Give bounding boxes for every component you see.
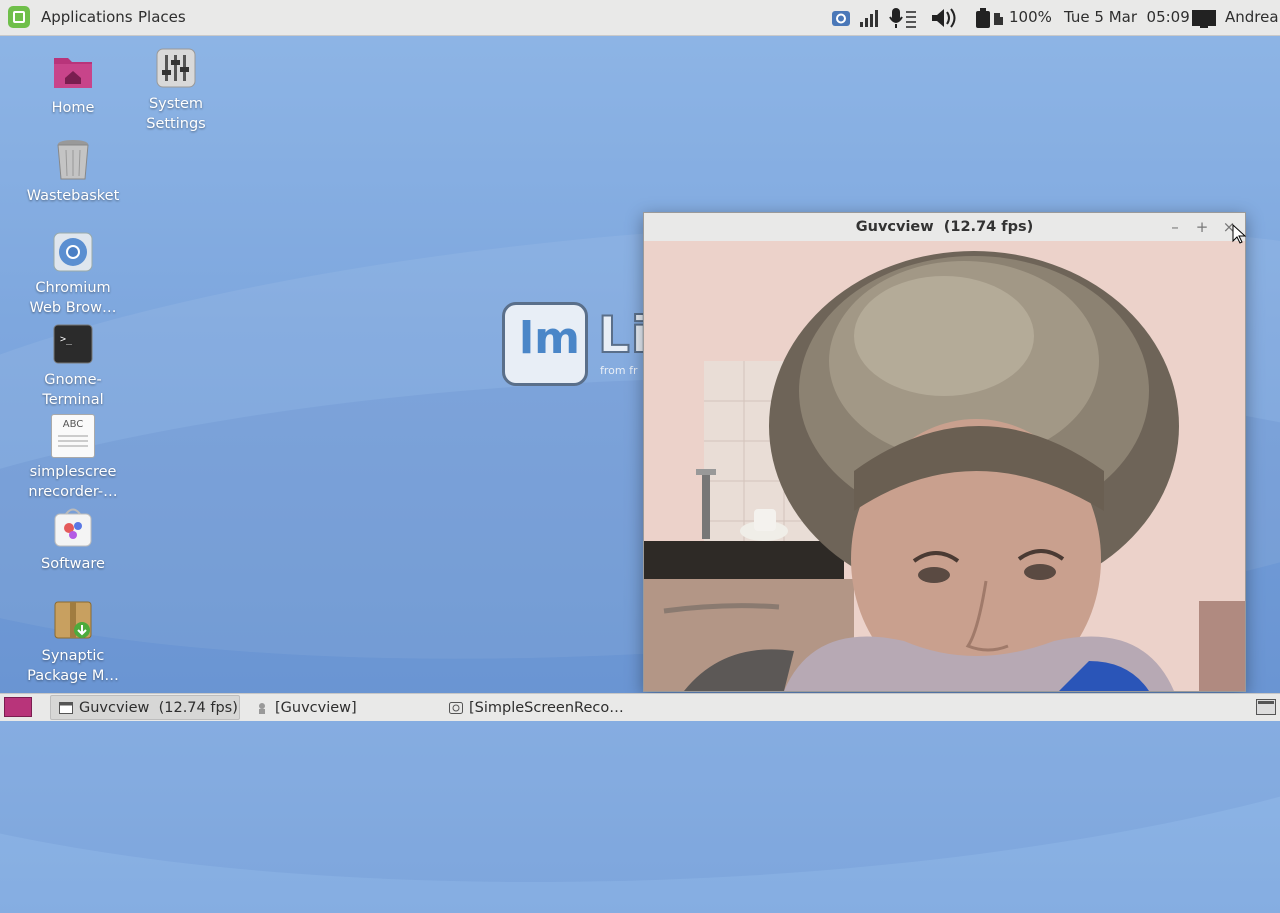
desktop-icon-software[interactable]: Software bbox=[18, 506, 128, 574]
task-guvcview-controls[interactable]: [Guvcview] bbox=[246, 695, 436, 720]
task-label: [SimpleScreenReco… bbox=[469, 700, 624, 716]
trash-icon bbox=[57, 140, 89, 180]
desktop-icon-label: Synaptic Package M… bbox=[27, 648, 119, 684]
task-guvcview-video[interactable]: Guvcview (12.74 fps) bbox=[50, 695, 240, 720]
mint-logo-watermark bbox=[502, 302, 588, 386]
user-monitor-icon bbox=[1192, 10, 1216, 28]
battery-icon[interactable] bbox=[974, 7, 1006, 29]
document-icon-text: ABC bbox=[62, 419, 84, 430]
task-label: Guvcview (12.74 fps) bbox=[79, 700, 238, 716]
text-document-icon: ABC bbox=[51, 414, 95, 458]
desktop-icon-label: simplescree nrecorder-… bbox=[28, 464, 118, 500]
desktop-icon-label: Home bbox=[51, 100, 95, 116]
software-bag-icon bbox=[54, 508, 92, 547]
maximize-button[interactable]: + bbox=[1192, 217, 1212, 237]
desktop-icon-label: Gnome- Terminal bbox=[42, 372, 104, 408]
applications-menu[interactable]: Applications bbox=[41, 0, 133, 35]
window-titlebar[interactable]: Guvcview (12.74 fps) – + × bbox=[644, 213, 1245, 242]
show-desktop-button[interactable] bbox=[4, 697, 32, 717]
terminal-icon: >_ bbox=[53, 324, 93, 364]
volume-icon[interactable] bbox=[930, 7, 960, 29]
minimize-button[interactable]: – bbox=[1165, 217, 1185, 237]
desktop-icon-gnome-terminal[interactable]: >_ Gnome- Terminal bbox=[18, 322, 128, 410]
mint-menu-icon[interactable] bbox=[8, 6, 30, 28]
network-signal-icon[interactable] bbox=[858, 7, 880, 29]
microphone-icon[interactable] bbox=[888, 7, 918, 29]
home-folder-icon bbox=[54, 58, 92, 88]
mint-watermark-subtext: from fr bbox=[600, 364, 638, 377]
desktop-icon-label: Software bbox=[41, 556, 105, 572]
desktop-icon-system-settings[interactable]: System Settings bbox=[121, 46, 231, 134]
screenshot-tray-icon[interactable] bbox=[830, 7, 852, 29]
desktop-icon-chromium[interactable]: Chromium Web Brow… bbox=[18, 230, 128, 318]
screen-recorder-icon bbox=[449, 702, 463, 714]
battery-percentage: 100% bbox=[1009, 8, 1052, 26]
window-title: Guvcview (12.74 fps) bbox=[855, 219, 1034, 235]
desktop-icon-label: Chromium Web Brow… bbox=[29, 280, 117, 316]
svg-text:>_: >_ bbox=[60, 334, 73, 345]
desktop-icon-wastebasket[interactable]: Wastebasket bbox=[18, 138, 128, 206]
guvcview-icon bbox=[259, 703, 265, 714]
window-icon bbox=[59, 702, 73, 714]
task-label: [Guvcview] bbox=[275, 700, 357, 716]
workspace-switcher-icon[interactable] bbox=[1256, 699, 1276, 715]
user-menu[interactable]: Andrea bbox=[1225, 0, 1279, 35]
guvcview-window[interactable]: Guvcview (12.74 fps) – + × bbox=[643, 212, 1246, 692]
desktop-icon-label: Wastebasket bbox=[26, 188, 120, 204]
webcam-frame-image bbox=[644, 241, 1245, 691]
webcam-video-feed bbox=[644, 241, 1245, 691]
task-simplescreenrecorder[interactable]: [SimpleScreenReco… bbox=[440, 695, 630, 720]
mouse-cursor-icon bbox=[1232, 224, 1246, 244]
bottom-taskbar: Guvcview (12.74 fps) [Guvcview] [SimpleS… bbox=[0, 693, 1280, 721]
clock[interactable]: Tue 5 Mar 05:09 bbox=[1064, 0, 1190, 35]
chromium-icon bbox=[53, 232, 93, 272]
desktop-icon-label: System Settings bbox=[146, 96, 206, 132]
desktop-icon-synaptic[interactable]: Synaptic Package M… bbox=[18, 598, 128, 686]
desktop-icon-home[interactable]: Home bbox=[18, 50, 128, 118]
desktop-icon-simplescreenrecorder[interactable]: ABC simplescree nrecorder-… bbox=[18, 414, 128, 502]
package-box-icon bbox=[54, 601, 92, 639]
places-menu[interactable]: Places bbox=[138, 0, 186, 35]
settings-sliders-icon bbox=[156, 48, 196, 88]
top-panel: Applications Places 100% Tue 5 Mar 05:09… bbox=[0, 0, 1280, 36]
